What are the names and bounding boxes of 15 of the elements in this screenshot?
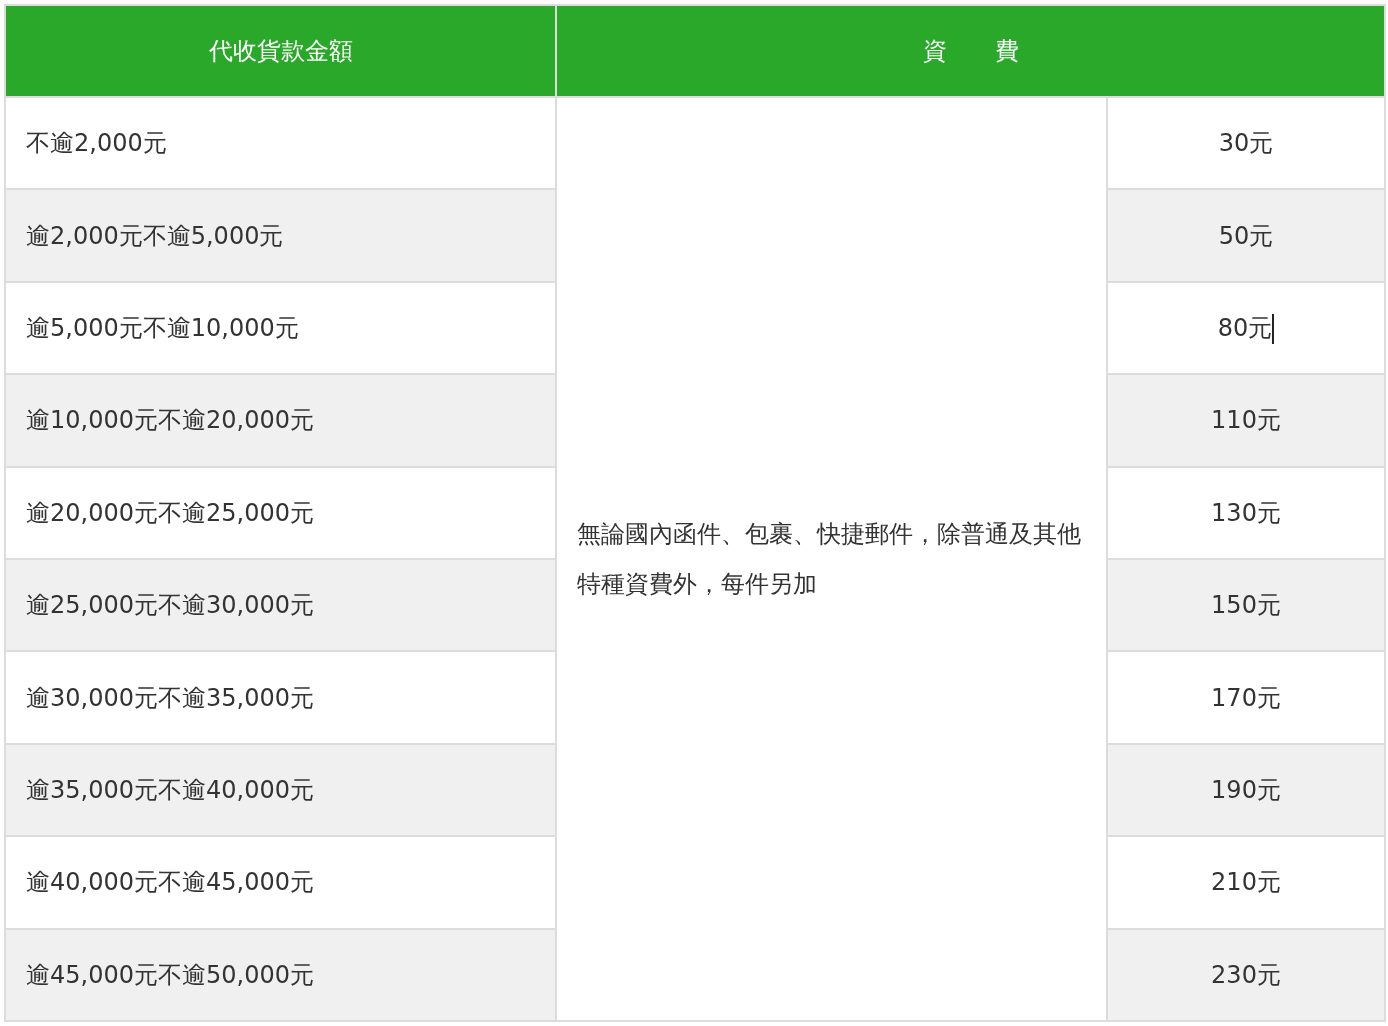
table-cell: 無論國內函件、包裹、快捷郵件，除普通及其他特種資費外，每件另加 — [556, 97, 1107, 1021]
table-cell: 50元 — [1107, 189, 1385, 282]
table-cell: 230元 — [1107, 928, 1385, 1021]
table-cell: 逾30,000元不逾35,000元 — [5, 651, 556, 744]
column-header: 資 費 — [556, 5, 1385, 97]
table-cell: 210元 — [1107, 836, 1385, 929]
column-header: 代收貨款金額 — [5, 5, 556, 97]
table-cell: 170元 — [1107, 651, 1385, 744]
table-cell: 逾2,000元不逾5,000元 — [5, 189, 556, 282]
table-cell: 130元 — [1107, 466, 1385, 559]
table-cell: 110元 — [1107, 374, 1385, 467]
table-cell: 逾45,000元不逾50,000元 — [5, 928, 556, 1021]
table-cell: 逾10,000元不逾20,000元 — [5, 374, 556, 467]
table-cell: 逾20,000元不逾25,000元 — [5, 466, 556, 559]
table-cell: 逾40,000元不逾45,000元 — [5, 836, 556, 929]
